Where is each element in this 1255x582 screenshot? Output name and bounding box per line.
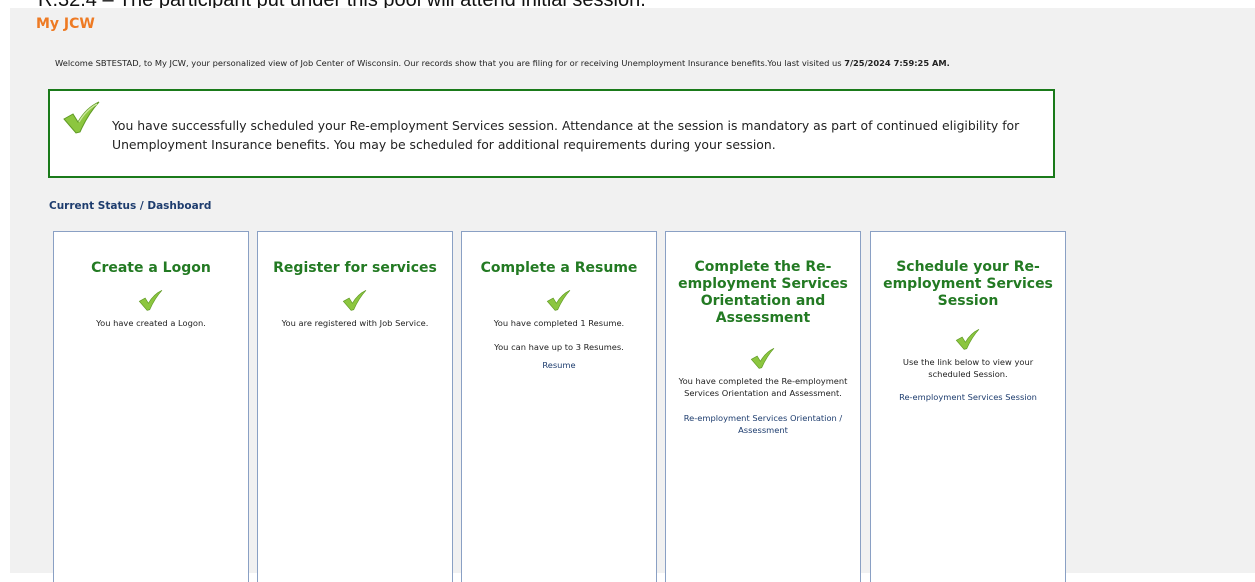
page-title: My JCW: [36, 16, 95, 32]
resume-link[interactable]: Resume: [474, 359, 644, 371]
dashboard-card-resume: Complete a Resume You have completed 1 R…: [461, 231, 657, 582]
reemployment-session-link[interactable]: Re-employment Services Session: [883, 391, 1053, 403]
card-status-text: You have completed the Re-employment Ser…: [678, 376, 848, 398]
card-title: Schedule your Re-employment Services Ses…: [883, 259, 1053, 309]
welcome-text: Welcome SBTESTAD, to My JCW, your person…: [55, 58, 845, 68]
card-note-text: You can have up to 3 Resumes.: [494, 342, 624, 352]
dashboard-heading: Current Status / Dashboard: [49, 200, 212, 212]
dashboard-card-orientation: Complete the Re-employment Services Orie…: [665, 231, 861, 582]
checkmark-icon: [750, 348, 775, 369]
orientation-assessment-link[interactable]: Re-employment Services Orientation / Ass…: [678, 412, 848, 436]
card-status-text: Use the link below to view your schedule…: [902, 357, 1034, 379]
card-title: Create a Logon: [91, 260, 211, 276]
last-visit-timestamp: 7/25/2024 7:59:25 AM.: [844, 58, 950, 68]
card-title: Register for services: [273, 260, 437, 276]
welcome-message: Welcome SBTESTAD, to My JCW, your person…: [55, 58, 950, 68]
dashboard-card-schedule-session: Schedule your Re-employment Services Ses…: [870, 231, 1066, 582]
card-status-text: You have completed 1 Resume.: [493, 318, 625, 328]
checkmark-icon: [955, 329, 980, 350]
card-title: Complete the Re-employment Services Orie…: [678, 259, 848, 326]
checkmark-icon: [63, 101, 100, 134]
checkmark-icon: [546, 290, 571, 311]
my-jcw-page: My JCW Welcome SBTESTAD, to My JCW, your…: [10, 8, 1255, 582]
success-message: You have successfully scheduled your Re-…: [112, 118, 1020, 152]
success-alert: You have successfully scheduled your Re-…: [48, 89, 1055, 178]
dashboard-card-create-logon: Create a Logon You have created a Logon.: [53, 231, 249, 582]
card-status-text: You have created a Logon.: [96, 318, 206, 328]
dashboard-card-register: Register for services You are registered…: [257, 231, 453, 582]
card-status-text: You are registered with Job Service.: [281, 318, 429, 328]
card-title: Complete a Resume: [480, 260, 638, 276]
checkmark-icon: [138, 290, 163, 311]
checkmark-icon: [342, 290, 367, 311]
